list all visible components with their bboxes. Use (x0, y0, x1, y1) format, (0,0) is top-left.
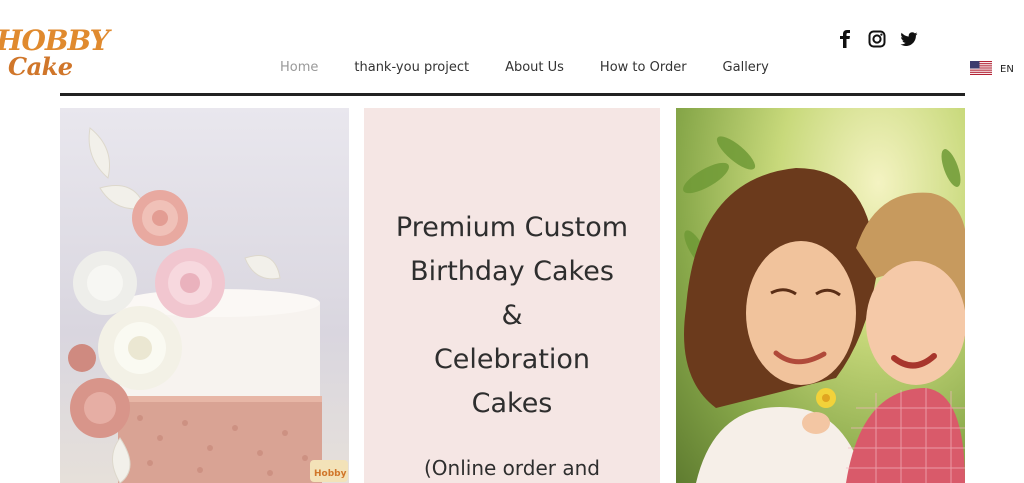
nav-item-about-us[interactable]: About Us (487, 60, 582, 75)
logo-line2: Cake (8, 52, 73, 81)
hero-subtext: (Online order and (424, 456, 600, 480)
nav-item-how-to-order[interactable]: How to Order (582, 60, 705, 75)
social-bar (834, 28, 920, 50)
cake-with-sugar-flowers-image: Hobby (60, 108, 349, 483)
language-selector[interactable]: EN (970, 60, 1014, 79)
nav-item-home[interactable]: Home (262, 60, 336, 75)
hero-line-3: & (501, 300, 523, 331)
facebook-icon[interactable] (834, 28, 856, 50)
header-divider (60, 93, 965, 96)
main-nav: Home thank-you project About Us How to O… (262, 60, 787, 75)
hero-line-4: Celebration (433, 344, 591, 375)
svg-text:Hobby: Hobby (314, 469, 347, 479)
nav-item-gallery[interactable]: Gallery (705, 60, 787, 75)
hero-text-panel: Premium Custom Birthday Cakes & Celebrat… (364, 108, 660, 483)
hero-line-1: Premium Custom (395, 212, 629, 243)
twitter-icon[interactable] (898, 28, 920, 50)
instagram-icon[interactable] (866, 28, 888, 50)
language-label: EN (1000, 64, 1014, 75)
mother-and-daughter-image (676, 108, 965, 483)
hero-line-5: Cakes (471, 388, 553, 419)
hero-heading: Premium Custom Birthday Cakes & Celebrat… (364, 206, 660, 426)
hero-line-2: Birthday Cakes (410, 256, 614, 287)
brand-logo[interactable]: HOBBY Cake (0, 22, 110, 82)
us-flag-icon (970, 60, 992, 79)
nav-item-thank-you-project[interactable]: thank-you project (336, 60, 487, 75)
